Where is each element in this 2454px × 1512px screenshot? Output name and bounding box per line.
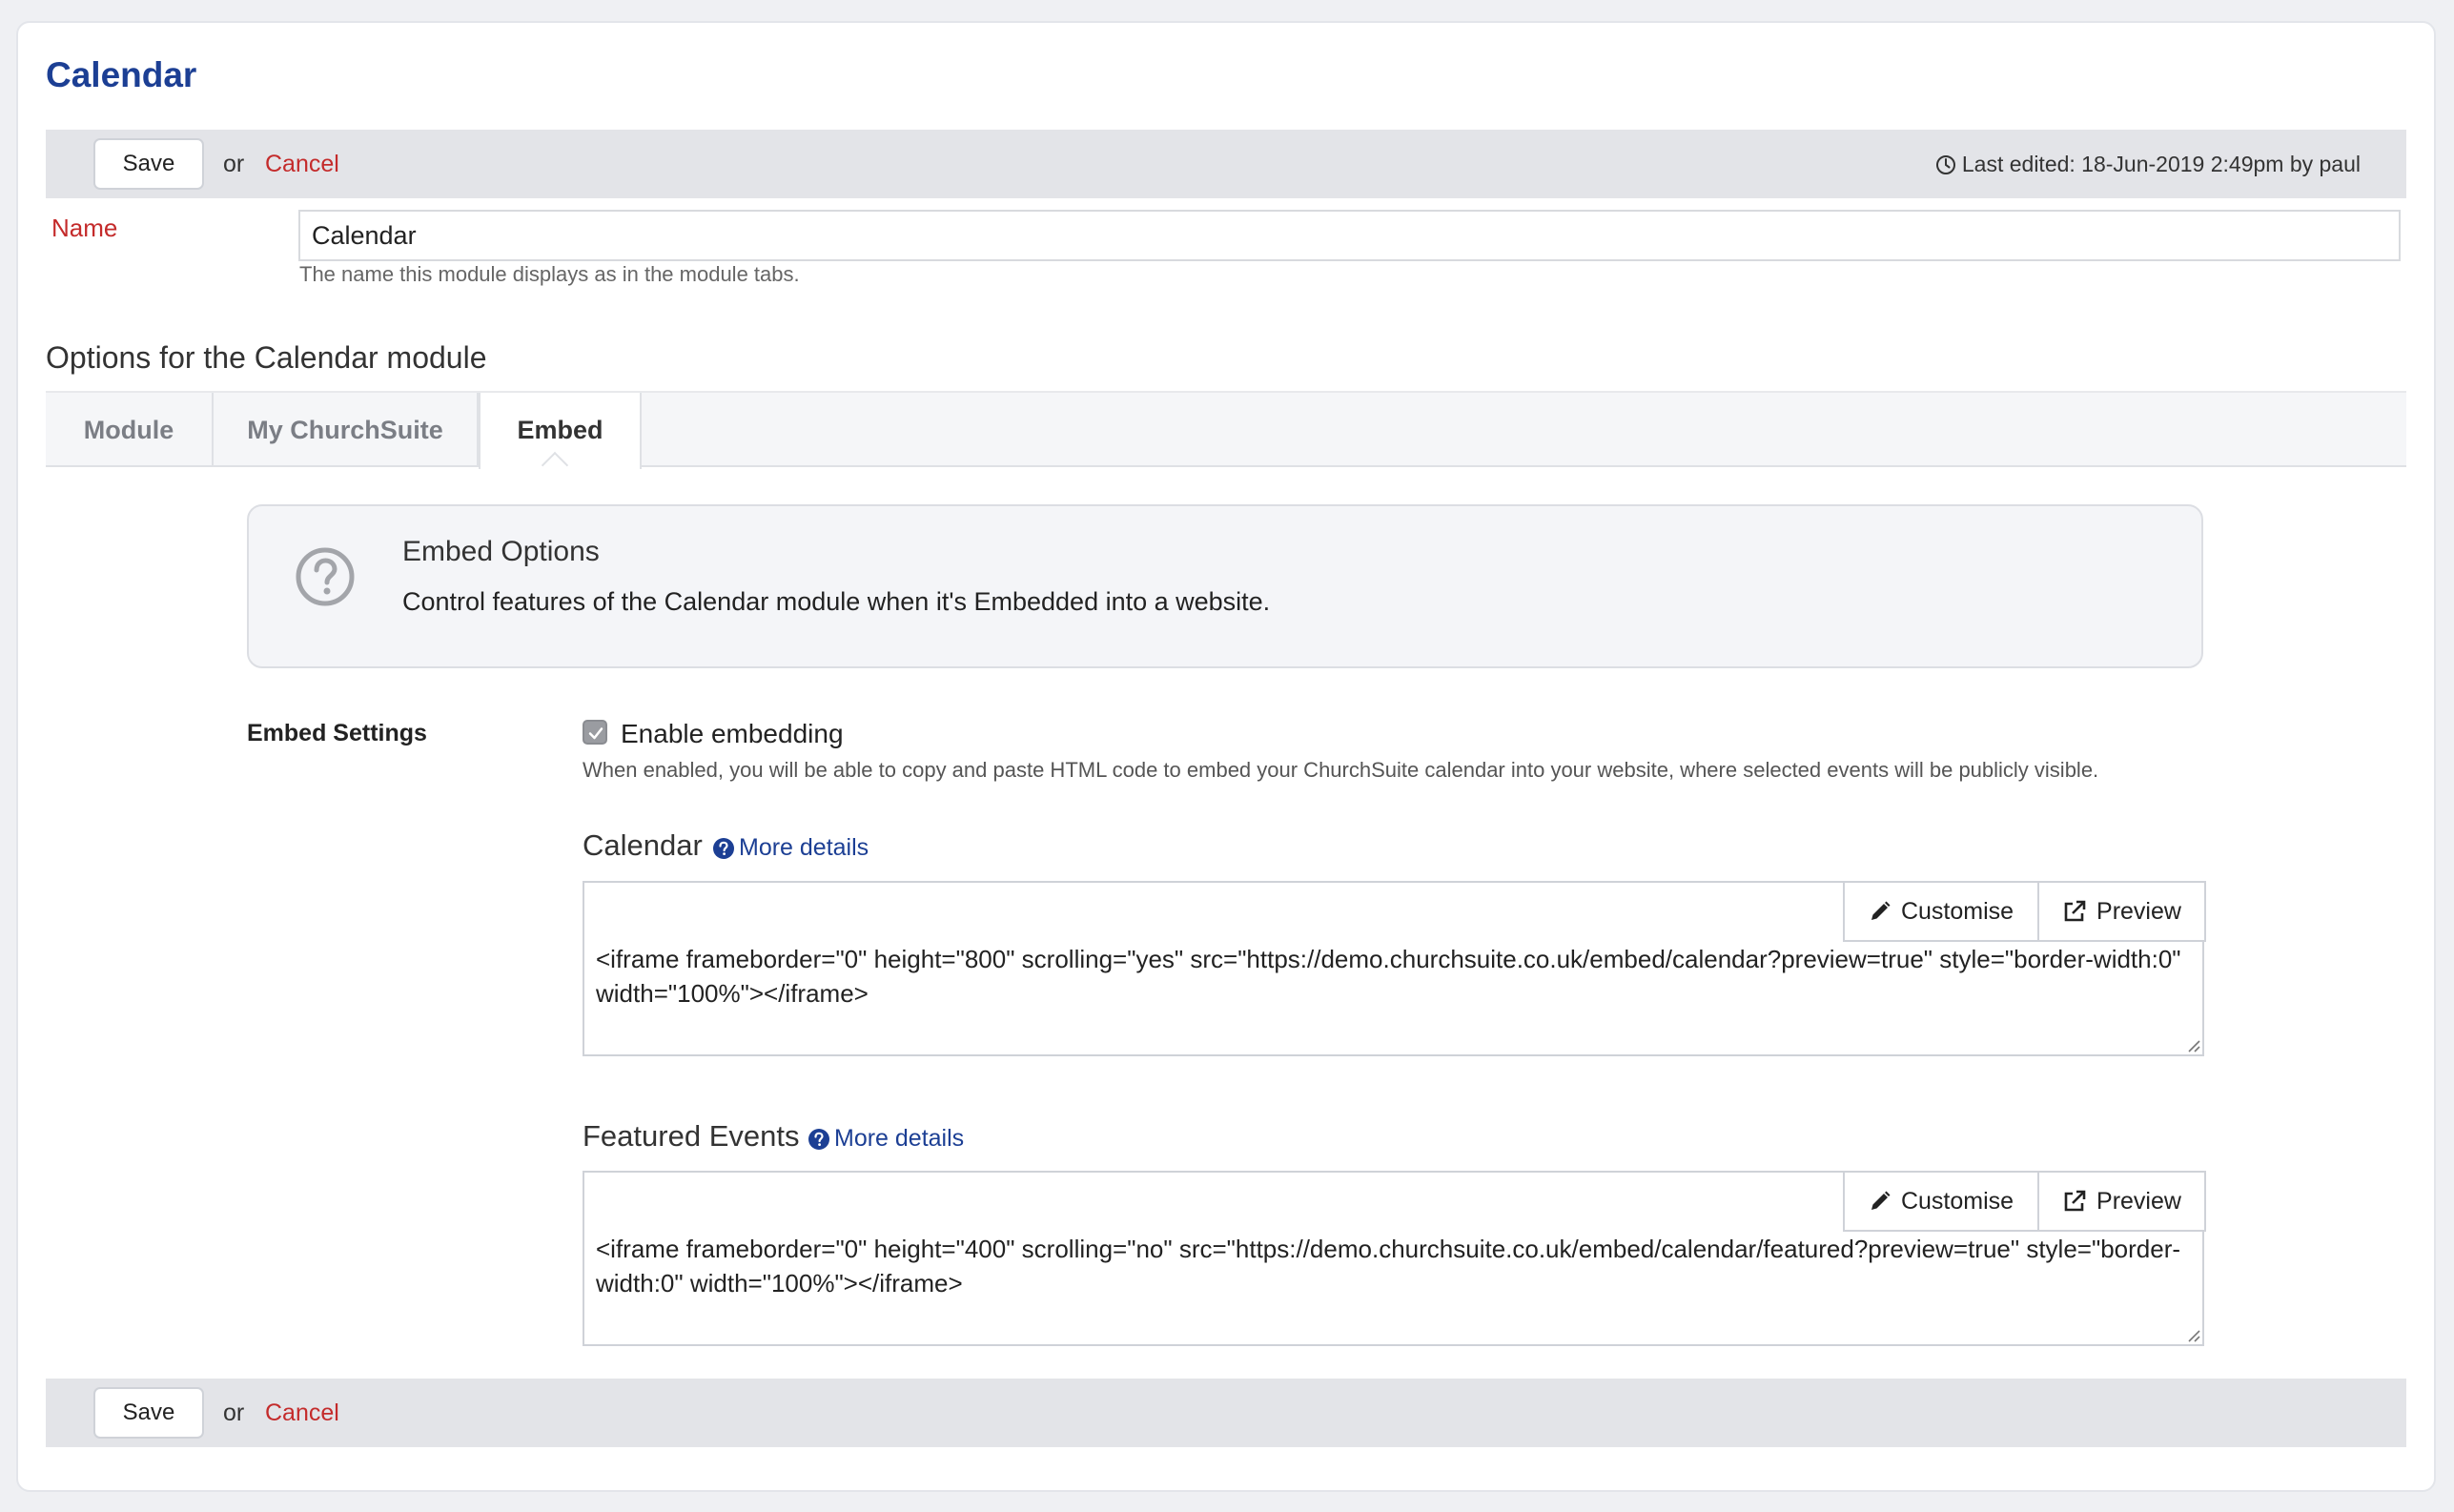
- question-circle-icon: [296, 547, 355, 606]
- external-link-icon: [2064, 1190, 2086, 1212]
- bottom-toolbar: Save or Cancel: [46, 1379, 2406, 1447]
- options-heading: Options for the Calendar module: [46, 340, 487, 375]
- top-toolbar: Save or Cancel Last edited: 18-Jun-2019 …: [46, 130, 2406, 198]
- cancel-link[interactable]: Cancel: [265, 151, 339, 178]
- name-input[interactable]: [298, 210, 2401, 261]
- featured-section-title: Featured Events: [583, 1119, 800, 1153]
- check-icon: [588, 727, 603, 740]
- external-link-icon: [2064, 900, 2086, 922]
- last-edited-info: Last edited: 18-Jun-2019 2:49pm by paul: [1935, 152, 2361, 177]
- or-text: or: [223, 1400, 245, 1426]
- embed-settings-label: Embed Settings: [247, 720, 427, 746]
- more-details-text[interactable]: More details: [834, 1125, 964, 1153]
- calendar-customise-button[interactable]: Customise: [1843, 881, 2039, 942]
- embed-info-box: Embed Options Control features of the Ca…: [247, 504, 2203, 668]
- featured-customise-button[interactable]: Customise: [1843, 1171, 2039, 1232]
- page-title: Calendar: [46, 55, 197, 94]
- featured-more-details-link[interactable]: More details: [808, 1125, 964, 1153]
- featured-embed-code-box[interactable]: Customise Preview <iframe frameborder="0…: [583, 1171, 2206, 1346]
- calendar-preview-button[interactable]: Preview: [2037, 881, 2206, 942]
- calendar-embed-code[interactable]: <iframe frameborder="0" height="800" scr…: [596, 942, 2191, 1011]
- info-text: Control features of the Calendar module …: [402, 587, 1271, 616]
- enable-embedding-help: When enabled, you will be able to copy a…: [583, 758, 2099, 782]
- resize-grip-icon[interactable]: [2185, 1327, 2200, 1342]
- tab-module[interactable]: Module: [46, 393, 214, 467]
- save-button[interactable]: Save: [93, 1387, 204, 1439]
- name-label: Name: [51, 214, 118, 242]
- pencil-icon: [1871, 901, 1891, 920]
- question-circle-icon: [808, 1128, 829, 1150]
- info-title: Embed Options: [402, 536, 600, 567]
- preview-label: Preview: [2096, 897, 2181, 925]
- options-tabs: Module My ChurchSuite Embed: [46, 391, 2406, 469]
- calendar-section-title: Calendar: [583, 828, 703, 862]
- more-details-text[interactable]: More details: [739, 834, 869, 862]
- tab-my-churchsuite[interactable]: My ChurchSuite: [214, 393, 479, 467]
- enable-embedding-label[interactable]: Enable embedding: [621, 719, 844, 749]
- or-text: or: [223, 151, 245, 177]
- cancel-link[interactable]: Cancel: [265, 1400, 339, 1427]
- featured-embed-code[interactable]: <iframe frameborder="0" height="400" scr…: [596, 1232, 2191, 1300]
- resize-grip-icon[interactable]: [2185, 1037, 2200, 1052]
- customise-label: Customise: [1900, 1187, 2014, 1215]
- featured-preview-button[interactable]: Preview: [2037, 1171, 2206, 1232]
- question-circle-icon: [713, 837, 734, 859]
- name-help-text: The name this module displays as in the …: [299, 262, 800, 286]
- enable-embedding-checkbox[interactable]: [583, 720, 607, 745]
- pencil-icon: [1871, 1191, 1891, 1210]
- calendar-more-details-link[interactable]: More details: [712, 834, 869, 862]
- calendar-embed-code-box[interactable]: Customise Preview <iframe frameborder="0…: [583, 881, 2206, 1056]
- customise-label: Customise: [1900, 897, 2014, 925]
- clock-icon: [1935, 154, 1955, 174]
- last-edited-text: Last edited: 18-Jun-2019 2:49pm by paul: [1961, 152, 2361, 176]
- preview-label: Preview: [2096, 1187, 2181, 1215]
- save-button[interactable]: Save: [93, 138, 204, 190]
